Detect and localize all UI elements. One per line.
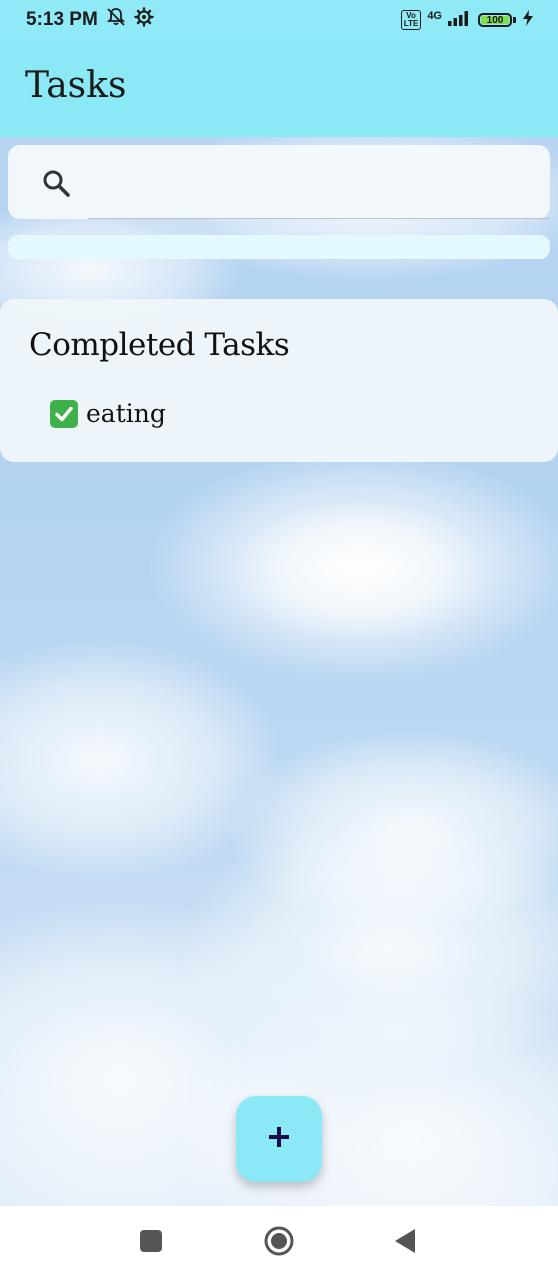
back-button[interactable] (388, 1226, 422, 1260)
status-right: Vo LTE 4G 100 (400, 9, 534, 31)
task-label: eating (86, 399, 166, 428)
completed-tasks-heading: Completed Tasks (29, 327, 290, 363)
status-time: 5:13 PM (26, 9, 98, 30)
progress-fill (8, 235, 550, 259)
search-underline (88, 218, 550, 219)
completed-task-item[interactable]: eating (50, 399, 166, 428)
app-screen: 5:13 PM Vo LTE 4G 100 Tasks Completed Ta… (0, 0, 558, 1280)
completed-tasks-card: Completed Tasks eating (0, 299, 558, 462)
bell-muted-icon (106, 7, 126, 33)
battery-level: 100 (481, 15, 509, 26)
home-icon (263, 1225, 295, 1262)
recents-button[interactable] (134, 1226, 168, 1260)
charging-bolt-icon (522, 9, 534, 31)
progress-bar (8, 235, 550, 259)
search-box[interactable] (8, 145, 550, 219)
system-nav-bar (0, 1206, 558, 1280)
status-left: 5:13 PM (26, 7, 154, 33)
volte-badge: Vo LTE (400, 10, 422, 30)
network-type-label: 4G (427, 10, 442, 22)
search-input[interactable] (88, 157, 542, 209)
cloud-decoration (230, 500, 490, 640)
recents-icon (139, 1229, 163, 1258)
battery-body: 100 (478, 13, 512, 27)
page-title: Tasks (25, 65, 127, 106)
status-bar: 5:13 PM Vo LTE 4G 100 (0, 0, 558, 40)
signal-strength-icon (448, 10, 472, 31)
back-icon (393, 1228, 417, 1259)
add-task-button[interactable] (236, 1096, 322, 1182)
settings-gear-icon (134, 7, 154, 33)
check-box-icon (50, 399, 78, 428)
app-bar: Tasks (0, 40, 558, 137)
plus-icon (267, 1125, 291, 1154)
battery-cap (513, 17, 516, 23)
search-icon (40, 167, 72, 199)
home-button[interactable] (262, 1226, 296, 1260)
battery-indicator: 100 (478, 13, 516, 27)
